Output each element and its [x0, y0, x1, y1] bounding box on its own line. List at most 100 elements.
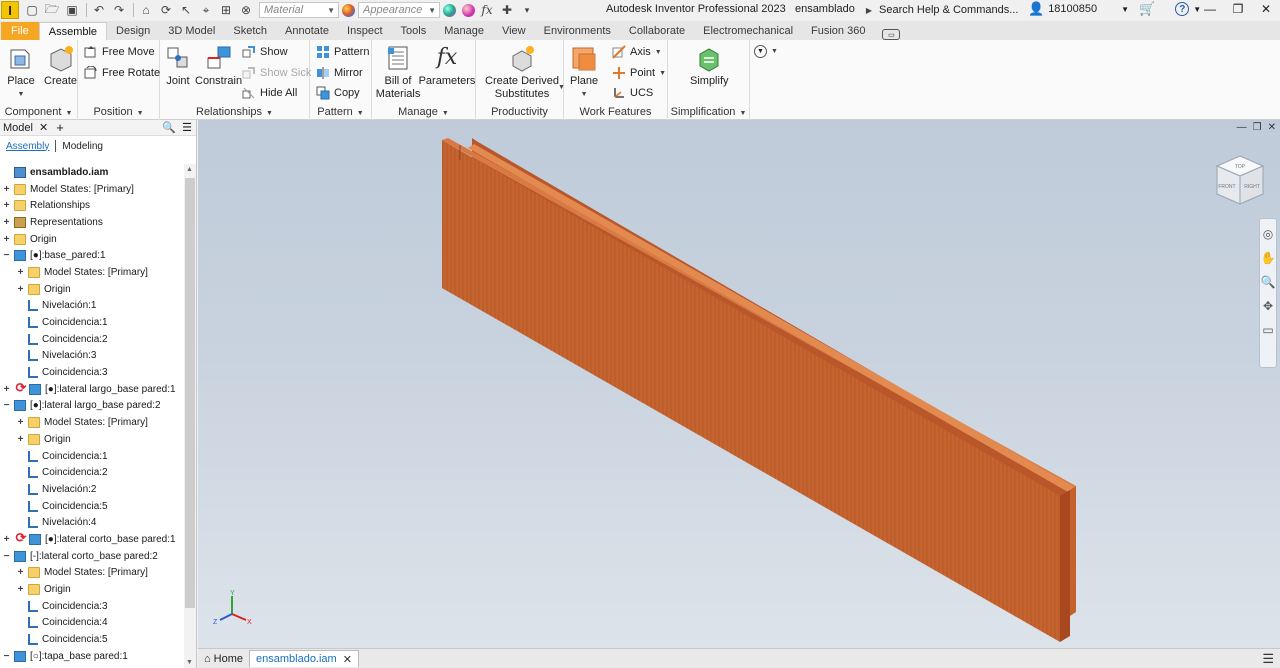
- tree-row[interactable]: + Model States: [Primary]: [0, 264, 184, 281]
- help-icon[interactable]: ?: [1175, 2, 1190, 16]
- inventor-logo-icon[interactable]: I: [1, 1, 19, 19]
- tab-collaborate[interactable]: Collaborate: [620, 22, 694, 40]
- simplify-button[interactable]: Simplify: [690, 44, 729, 88]
- scroll-up-icon[interactable]: ▲: [186, 166, 193, 173]
- tree-row[interactable]: + ⟳ [●]:lateral corto_base pared:1: [0, 531, 184, 548]
- tree-row[interactable]: − [●]:lateral largo_base pared:2: [0, 398, 184, 415]
- panel-title-pattern[interactable]: Pattern ▼: [310, 106, 371, 118]
- tree-row[interactable]: + Origin: [0, 281, 184, 298]
- tab-fusion-360[interactable]: Fusion 360: [802, 22, 874, 40]
- add-tab-icon[interactable]: +: [56, 120, 64, 135]
- tree-row[interactable]: ensamblado.iam: [0, 164, 184, 181]
- tab-menu-icon[interactable]: ☰: [1262, 651, 1274, 667]
- clear-appearance-icon[interactable]: [462, 3, 475, 17]
- look-at-icon[interactable]: ▭: [1262, 323, 1273, 337]
- constrain-button[interactable]: Constrain: [195, 44, 242, 88]
- share-icon[interactable]: ⊞: [217, 2, 235, 18]
- tab-assemble[interactable]: Assemble: [38, 22, 108, 40]
- search-input[interactable]: Search Help & Commands...: [875, 1, 1023, 18]
- expand-icon[interactable]: +: [2, 534, 11, 545]
- tree-row[interactable]: − [●]:base_pared:1: [0, 247, 184, 264]
- joint-button[interactable]: Joint: [164, 44, 192, 88]
- collapse-icon[interactable]: −: [2, 250, 11, 261]
- tree-row[interactable]: + ⟳ [●]:lateral largo_base pared:1: [0, 381, 184, 398]
- select-icon[interactable]: ↖: [177, 2, 195, 18]
- tree-row[interactable]: + Relationships: [0, 197, 184, 214]
- collapse-icon[interactable]: −: [2, 651, 11, 662]
- tab-annotate[interactable]: Annotate: [276, 22, 338, 40]
- tab-view[interactable]: View: [493, 22, 535, 40]
- collapse-icon[interactable]: −: [2, 400, 11, 411]
- tab-electromechanical[interactable]: Electromechanical: [694, 22, 802, 40]
- part-main-face[interactable]: [442, 140, 1060, 642]
- expand-icon[interactable]: +: [16, 284, 25, 295]
- tree-row[interactable]: − [○]:tapa_base pared:1: [0, 648, 184, 665]
- tree-row[interactable]: + Origin: [0, 431, 184, 448]
- pattern-button[interactable]: Pattern: [316, 45, 369, 59]
- ucs-button[interactable]: UCS: [612, 86, 653, 100]
- axis-button[interactable]: Axis ▼: [612, 45, 662, 59]
- tree-row[interactable]: Coincidencia:3: [0, 598, 184, 615]
- home-tab[interactable]: ⌂ Home: [198, 650, 249, 667]
- tree-row[interactable]: Nivelación:2: [0, 481, 184, 498]
- tab-environments[interactable]: Environments: [535, 22, 620, 40]
- tree-row[interactable]: Coincidencia:3: [0, 364, 184, 381]
- tab-options-icon[interactable]: ▭: [882, 29, 901, 40]
- create-button[interactable]: Create: [44, 44, 77, 88]
- adjust-appearance-icon[interactable]: [443, 3, 456, 17]
- update-icon[interactable]: ⟳: [157, 2, 175, 18]
- tab-3d-model[interactable]: 3D Model: [159, 22, 224, 40]
- expand-icon[interactable]: +: [2, 384, 11, 395]
- collapse-icon[interactable]: −: [2, 551, 11, 562]
- customize-icon[interactable]: ▾: [518, 2, 536, 18]
- tab-file[interactable]: File: [1, 22, 39, 40]
- hide-all-button[interactable]: Hide All: [242, 86, 297, 100]
- zoom-icon[interactable]: 🔍: [1261, 275, 1276, 289]
- user-menu[interactable]: 👤 18100850 ▼ 🛒 ? ▼: [1028, 1, 1201, 17]
- expand-icon[interactable]: +: [16, 567, 25, 578]
- tree-row[interactable]: Coincidencia:2: [0, 331, 184, 348]
- panel-title-position[interactable]: Position ▼: [78, 106, 159, 118]
- tree-row[interactable]: + Model States: [Primary]: [0, 181, 184, 198]
- tab-design[interactable]: Design: [107, 22, 159, 40]
- tab-sketch[interactable]: Sketch: [224, 22, 276, 40]
- expand-icon[interactable]: +: [16, 417, 25, 428]
- expand-icon[interactable]: +: [16, 267, 25, 278]
- restore-icon[interactable]: ❐: [1224, 0, 1252, 18]
- mode-modeling[interactable]: Modeling: [62, 141, 103, 152]
- copy-button[interactable]: Copy: [316, 86, 360, 100]
- panel-title-manage[interactable]: Manage ▼: [372, 106, 475, 118]
- tree-row[interactable]: − [-]:lateral corto_base pared:2: [0, 548, 184, 565]
- scroll-thumb[interactable]: [185, 178, 195, 608]
- close-icon[interactable]: ✕: [1252, 0, 1280, 18]
- place-button[interactable]: Place ▼: [7, 44, 35, 101]
- browser-scrollbar[interactable]: ▲ ▼: [184, 164, 196, 668]
- measure-icon[interactable]: ⌖: [197, 2, 215, 18]
- tree-row[interactable]: + Model States: [Primary]: [0, 414, 184, 431]
- tab-tools[interactable]: Tools: [392, 22, 436, 40]
- new-file-icon[interactable]: ▢: [23, 2, 41, 18]
- cart-icon[interactable]: 🛒: [1139, 1, 1155, 17]
- panel-title-simplification[interactable]: Simplification ▼: [668, 106, 749, 118]
- tab-manage[interactable]: Manage: [435, 22, 493, 40]
- stop-icon[interactable]: ⊗: [237, 2, 255, 18]
- show-sick-button[interactable]: Show Sick: [242, 66, 311, 80]
- tree-row[interactable]: Coincidencia:1: [0, 448, 184, 465]
- search-icon[interactable]: 🔍: [162, 121, 176, 134]
- tree-row[interactable]: Nivelación:3: [0, 348, 184, 365]
- tree-row[interactable]: Coincidencia:5: [0, 631, 184, 648]
- expand-icon[interactable]: +: [2, 217, 11, 228]
- expand-icon[interactable]: +: [16, 584, 25, 595]
- free-rotate-button[interactable]: Free Rotate: [84, 66, 160, 80]
- model-view[interactable]: [198, 120, 1280, 648]
- scroll-down-icon[interactable]: ▼: [186, 659, 193, 666]
- close-icon[interactable]: ✕: [39, 121, 48, 134]
- tab-inspect[interactable]: Inspect: [338, 22, 391, 40]
- viewcube[interactable]: TOP FRONT RIGHT: [1213, 154, 1267, 210]
- browser-tab-model[interactable]: Model: [3, 122, 33, 134]
- appearance-icon[interactable]: [342, 3, 355, 17]
- material-select[interactable]: Material ▼: [259, 2, 339, 18]
- tree-row[interactable]: + Representations: [0, 214, 184, 231]
- tree-row[interactable]: Coincidencia:4: [0, 615, 184, 632]
- pan-icon[interactable]: ✋: [1261, 251, 1276, 265]
